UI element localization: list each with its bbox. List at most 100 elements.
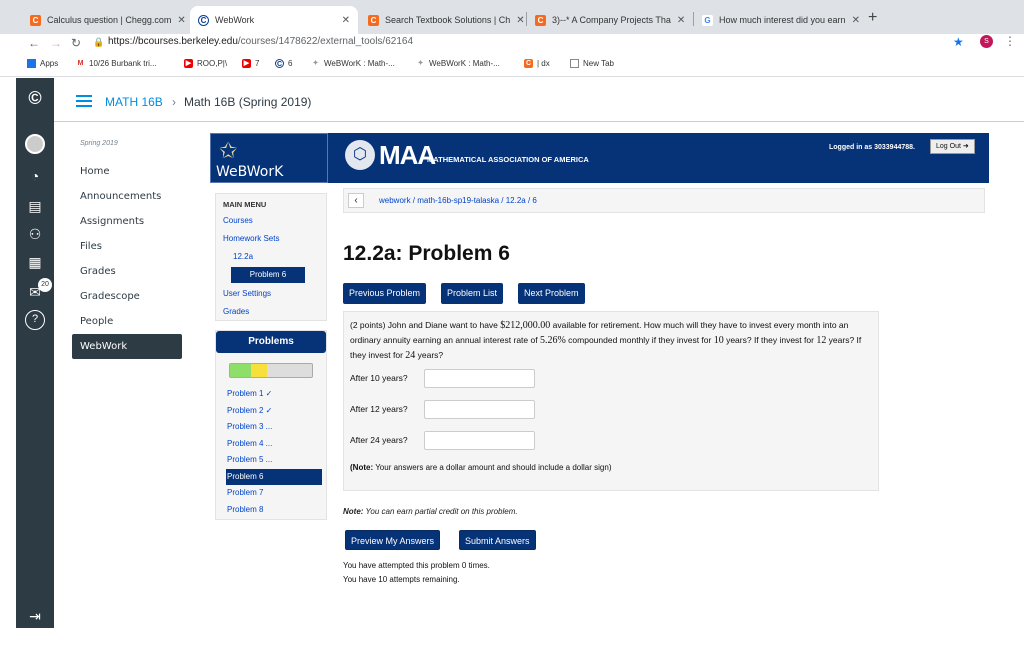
webwork-icon: ✦ [311, 59, 320, 68]
groups-icon[interactable]: ⚇ [25, 224, 45, 244]
problem-list-button[interactable]: Problem List [441, 283, 504, 304]
menu-homework-sets-link[interactable]: Homework Sets [223, 234, 279, 243]
bookmarks-bar: Apps M 10/26 Burbank tri... ▶ ROO,P|\ ▶ 7 C… [0, 56, 1024, 74]
canvas-icon: C [198, 14, 209, 26]
bookmark-youtube-2[interactable]: ▶ 7 [242, 59, 259, 68]
course-nav-grades[interactable]: Grades [72, 259, 182, 284]
logout-arrow-icon: ➜ [962, 143, 969, 150]
progress-partial [250, 364, 267, 377]
new-tab-button[interactable]: + [868, 9, 877, 27]
answer-24-years-input[interactable] [424, 431, 535, 450]
menu-set-link[interactable]: 12.2a [233, 252, 253, 261]
canvas-logo-icon[interactable]: © [25, 88, 45, 108]
account-avatar[interactable] [25, 134, 45, 154]
close-icon[interactable]: ✕ [510, 15, 524, 26]
bookmark-chegg[interactable]: C | dx [524, 59, 550, 68]
hamburger-menu-icon[interactable] [76, 95, 92, 107]
tab-google-interest[interactable]: G How much interest did you earn ✕ [694, 6, 860, 34]
previous-problem-button[interactable]: Previous Problem [343, 283, 427, 304]
url-field[interactable]: https://bcourses.berkeley.edu/courses/14… [108, 36, 413, 47]
webwork-path[interactable]: webwork / math-16b-sp19-talaska / 12.2a … [379, 196, 537, 205]
course-nav-assignments[interactable]: Assignments [72, 209, 182, 234]
answer-format-note: (Note: Your answers are a dollar amount … [350, 463, 612, 472]
problem-link-7[interactable]: Problem 7 [226, 485, 322, 502]
menu-user-settings-link[interactable]: User Settings [223, 289, 271, 298]
menu-grades-link[interactable]: Grades [223, 307, 249, 316]
problem-link-5[interactable]: Problem 5 ... [226, 452, 322, 469]
breadcrumb-course-link[interactable]: MATH 16B [105, 95, 163, 109]
close-icon[interactable]: ✕ [171, 15, 185, 26]
dashboard-icon[interactable]: ◔ [25, 166, 45, 186]
problem-title: 12.2a: Problem 6 [343, 242, 510, 265]
answer-12-years-input[interactable] [424, 400, 535, 419]
course-nav-home[interactable]: Home [72, 159, 182, 184]
apps-icon [27, 59, 36, 68]
collapse-nav-icon[interactable]: ⇥ [25, 606, 45, 626]
tab-chegg-company[interactable]: C 3)--* A Company Projects Tha ✕ [527, 6, 692, 34]
close-icon[interactable]: ✕ [846, 15, 860, 26]
bookmark-webwork-2[interactable]: ✦ WeBWorK : Math-... [416, 59, 500, 68]
youtube-icon: ▶ [184, 59, 193, 68]
webwork-logo[interactable]: ✩ WeBWorK [210, 133, 328, 183]
problem-link-2[interactable]: Problem 2 ✓ [226, 403, 322, 420]
course-nav-people[interactable]: People [72, 309, 182, 334]
reload-icon[interactable]: ↻ [71, 36, 81, 50]
bookmark-new-tab[interactable]: New Tab [570, 59, 614, 68]
attempts-made: You have attempted this problem 0 times. [343, 561, 490, 570]
problem-link-3[interactable]: Problem 3 ... [226, 419, 322, 436]
help-icon[interactable]: ? [25, 310, 45, 330]
forward-icon[interactable]: → [50, 36, 62, 50]
submit-answers-button[interactable]: Submit Answers [459, 530, 536, 550]
divider [0, 76, 1024, 77]
bookmark-gmail[interactable]: M 10/26 Burbank tri... [76, 59, 157, 68]
menu-current-problem[interactable]: Problem 6 [231, 267, 305, 283]
menu-courses-link[interactable]: Courses [223, 216, 253, 225]
course-nav-announcements[interactable]: Announcements [72, 184, 182, 209]
course-nav-webwork[interactable]: WebWork [72, 334, 182, 359]
chegg-icon: C [30, 14, 41, 26]
breadcrumb-current: Math 16B (Spring 2019) [184, 95, 312, 109]
problem-link-4[interactable]: Problem 4 ... [226, 436, 322, 453]
problem-link-1[interactable]: Problem 1 ✓ [226, 386, 322, 403]
close-icon[interactable]: ✕ [671, 15, 685, 26]
close-icon[interactable]: ✕ [336, 15, 350, 26]
bookmark-youtube-1[interactable]: ▶ ROO,P|\ [184, 59, 227, 68]
tab-chegg-search[interactable]: C Search Textbook Solutions | Ch ✕ [360, 6, 525, 34]
course-breadcrumb: MATH 16B › Math 16B (Spring 2019) [54, 86, 1024, 122]
courses-icon[interactable]: ▤ [25, 196, 45, 216]
back-chevron-icon[interactable]: ‹ [348, 193, 364, 208]
logout-button[interactable]: Log Out ➜ [930, 139, 975, 154]
breadcrumb-separator: › [172, 95, 176, 109]
problems-heading: Problems [216, 331, 326, 353]
attempts-remaining: You have 10 attempts remaining. [343, 575, 460, 584]
webwork-path-bar: ‹ webwork / math-16b-sp19-talaska / 12.2… [343, 188, 985, 213]
bookmark-apps[interactable]: Apps [27, 59, 58, 68]
next-problem-button[interactable]: Next Problem [518, 283, 585, 304]
tab-webwork[interactable]: C WebWork ✕ [190, 6, 358, 34]
course-nav-files[interactable]: Files [72, 234, 182, 259]
menu-kebab-icon[interactable]: ⋮ [1004, 34, 1016, 48]
partial-credit-note: Note: You can earn partial credit on thi… [343, 507, 518, 516]
profile-avatar[interactable]: S [980, 35, 993, 48]
webwork-banner: ✩ WeBWorK ⬡ MAA MATHEMATICAL ASSOCIATION… [210, 133, 989, 183]
problem-link-6[interactable]: Problem 6 [226, 468, 322, 485]
chegg-icon: C [524, 59, 533, 68]
course-nav-gradescope[interactable]: Gradescope [72, 284, 182, 309]
bookmark-star-icon[interactable]: ★ [953, 35, 964, 49]
answer-10-years-input[interactable] [424, 369, 535, 388]
tab-chegg-calculus[interactable]: C Calculus question | Chegg.com ✕ [22, 6, 190, 34]
question-12-years: After 12 years? [350, 404, 408, 414]
problem-body: (2 points) John and Diane want to have $… [343, 311, 879, 491]
page-icon [570, 59, 579, 68]
bookmark-webwork-1[interactable]: ✦ WeBWorK : Math-... [311, 59, 395, 68]
preview-answers-button[interactable]: Preview My Answers [345, 530, 441, 550]
chegg-icon: C [368, 14, 379, 26]
bookmark-canvas[interactable]: C6 [275, 59, 292, 68]
gmail-icon: M [76, 59, 85, 68]
course-nav: Spring 2019 Home Announcements Assignmen… [72, 140, 182, 359]
back-icon[interactable]: ← [28, 36, 40, 50]
calendar-icon[interactable]: ▦ [25, 252, 45, 272]
problem-text: (2 points) John and Diane want to have $… [350, 320, 862, 361]
webwork-star-icon: ✩ [219, 138, 238, 163]
problem-link-8[interactable]: Problem 8 [226, 502, 322, 519]
